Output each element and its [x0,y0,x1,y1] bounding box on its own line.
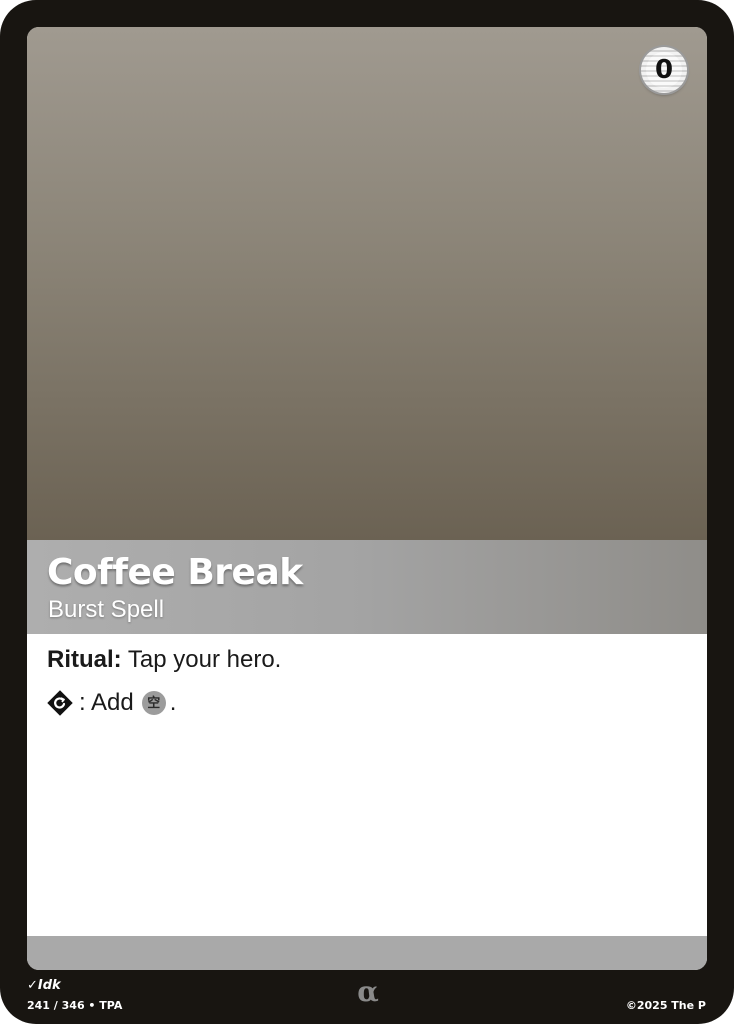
activated-text: Add [85,689,134,716]
rule-line-activated: : Add 空 . [47,689,176,717]
ritual-text: Tap your hero. [121,646,282,673]
cost-value: 0 [646,52,682,88]
bottom-band [27,936,707,970]
copyright: ©2025 The P [625,999,706,1012]
ritual-separator: : [113,646,122,673]
activated-end: . [169,689,177,716]
brush-icon: ✓ [27,978,38,993]
artist-credit: ✓Idk [27,978,61,993]
void-mana-icon: 空 [141,691,166,715]
collector-number: 241 / 346 • TPA [27,999,123,1012]
cost-orb: 0 [641,47,687,93]
rarity-symbol: α [357,975,379,1008]
ritual-keyword: Ritual [47,646,114,673]
card-name: Coffee Break [47,552,303,593]
rule-line-ritual: Ritual: Tap your hero. [47,646,281,674]
activated-separator: : [79,689,86,716]
card-inner: 0 Coffee Break Burst Spell Ritual: Tap y… [27,27,707,970]
rules-text-box: Ritual: Tap your hero. : Add 空 . [27,634,707,936]
tap-icon [47,690,73,716]
title-band: Coffee Break Burst Spell [27,540,707,634]
card-type-line: Burst Spell [48,596,165,623]
card-frame: 0 Coffee Break Burst Spell Ritual: Tap y… [0,0,734,1024]
card-art: 0 [27,27,707,540]
artist-name: Idk [37,978,61,993]
